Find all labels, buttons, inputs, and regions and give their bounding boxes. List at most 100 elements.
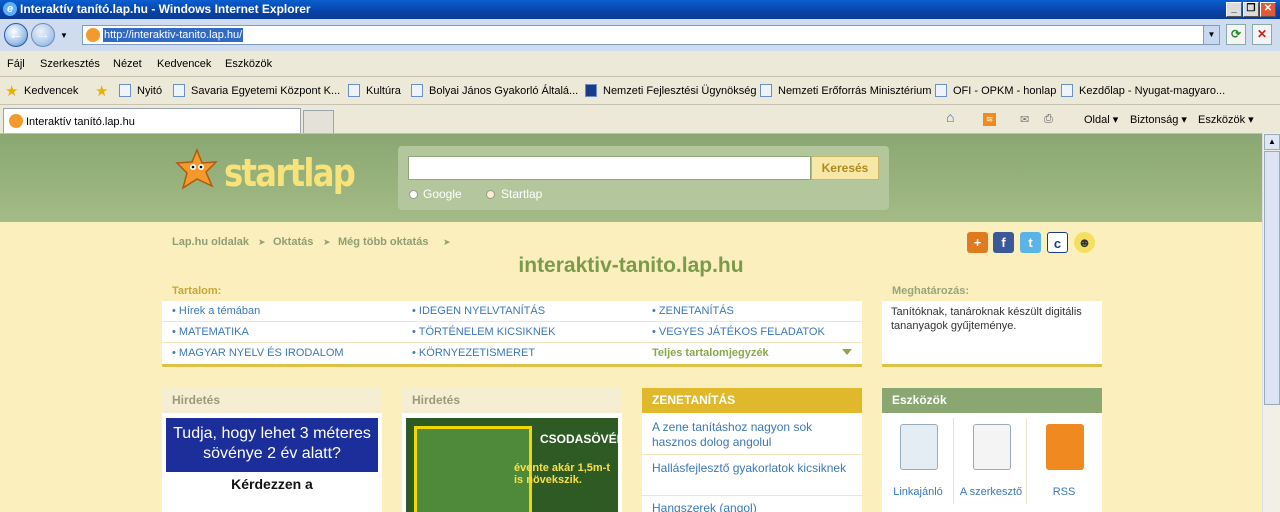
maximize-button[interactable]: ❐: [1243, 2, 1259, 17]
address-bar[interactable]: http://interaktiv-tanito.lap.hu/ ▼: [82, 25, 1220, 45]
content-link[interactable]: • KÖRNYEZETISMERET: [412, 347, 535, 359]
facebook-icon[interactable]: f: [993, 232, 1014, 253]
content-link[interactable]: • MATEMATIKA: [172, 326, 249, 338]
favorites-button[interactable]: Kedvencek: [24, 85, 78, 97]
content-link-label: VEGYES JÁTÉKOS FELADATOK: [658, 326, 825, 338]
address-url[interactable]: http://interaktiv-tanito.lap.hu/: [103, 28, 244, 42]
content-link[interactable]: • Hírek a témában: [172, 305, 260, 317]
content-heading: Tartalom:: [172, 285, 222, 297]
content-link-label: TÖRTÉNELEM KICSIKNEK: [418, 326, 556, 338]
fav-link-nyme[interactable]: Kezdőlap - Nyugat-magyaro...: [1079, 85, 1225, 97]
scroll-thumb[interactable]: [1264, 151, 1280, 405]
tool-label: RSS: [1052, 486, 1076, 498]
tools-heading: Eszközök: [882, 388, 1102, 413]
ad-banner-text: Kérdezzen a: [231, 476, 313, 492]
twitter-icon[interactable]: t: [1020, 232, 1041, 253]
fav-link-ofi[interactable]: OFI - OPKM - honlap: [953, 85, 1056, 97]
vertical-scrollbar[interactable]: ▲: [1262, 133, 1280, 512]
ad-card: Hirdetés CSODASÖVÉNY évente akár 1,5m-t …: [402, 388, 622, 512]
divider: [642, 454, 862, 455]
close-button[interactable]: ✕: [1260, 2, 1276, 17]
ofi-icon: [935, 84, 947, 97]
content-link-label: Hírek a témában: [178, 305, 261, 317]
content-link-label: IDEGEN NYELVTANÍTÁS: [418, 305, 546, 317]
content-row: • MAGYAR NYELV ÉS IRODALOM • KÖRNYEZETIS…: [162, 343, 862, 364]
back-button[interactable]: ←: [4, 23, 28, 47]
zene-link[interactable]: A zene tanításhoz nagyon sok hasznos dol…: [652, 420, 857, 450]
startlap-share-icon[interactable]: +: [967, 232, 988, 253]
content-link[interactable]: • ZENETANÍTÁS: [652, 305, 734, 317]
fav-link-bolyai[interactable]: Bolyai János Gyakorló Általá...: [429, 85, 578, 97]
smiley-icon[interactable]: ☻: [1074, 232, 1095, 253]
zene-link[interactable]: Hangszerek (angol): [652, 501, 857, 512]
address-dropdown-icon[interactable]: ▼: [1203, 26, 1219, 44]
ad-banner[interactable]: CSODASÖVÉNY évente akár 1,5m-t is növeks…: [406, 418, 622, 512]
new-tab-button[interactable]: [303, 110, 334, 133]
add-favorite-icon[interactable]: ★: [95, 82, 108, 100]
fav-link-nyito[interactable]: Nyitó: [137, 85, 162, 97]
ad-card: Hirdetés Tudja, hogy lehet 3 méteres söv…: [162, 388, 382, 512]
window-titlebar: e Interaktív tanító.lap.hu - Windows Int…: [0, 0, 1280, 19]
startlap-logo-text[interactable]: startlap: [224, 151, 356, 195]
expand-arrow-icon[interactable]: [842, 349, 852, 355]
refresh-button[interactable]: ⟳: [1226, 24, 1246, 45]
menu-view[interactable]: Nézet: [113, 58, 142, 70]
scroll-up-icon[interactable]: ▲: [1264, 134, 1280, 150]
page-menu[interactable]: Oldal ▾: [1084, 113, 1118, 126]
content-link[interactable]: • IDEGEN NYELVTANÍTÁS: [412, 305, 545, 317]
print-icon[interactable]: ⎙: [1044, 113, 1053, 126]
tools-menu[interactable]: Eszközök ▾: [1198, 113, 1254, 126]
page-icon: [760, 84, 772, 97]
ad-banner[interactable]: Tudja, hogy lehet 3 méteres sövénye 2 év…: [166, 418, 378, 512]
menu-edit[interactable]: Szerkesztés: [40, 58, 100, 70]
content-link[interactable]: • MAGYAR NYELV ÉS IRODALOM: [172, 347, 344, 359]
radio-google[interactable]: [409, 190, 418, 199]
history-dropdown-icon[interactable]: ▼: [60, 31, 68, 40]
home-icon[interactable]: ⌂: [946, 109, 954, 125]
tool-szerkeszto[interactable]: A szerkesztő: [955, 418, 1027, 504]
content-row: • MATEMATIKA • TÖRTÉNELEM KICSIKNEK • VE…: [162, 322, 862, 343]
security-menu-label: Biztonság: [1130, 114, 1179, 126]
search-button[interactable]: Keresés: [811, 156, 879, 180]
security-menu[interactable]: Biztonság ▾: [1130, 113, 1187, 126]
site-header: startlap Keresés Google Startlap: [0, 134, 1262, 222]
mail-icon[interactable]: ✉: [1020, 113, 1029, 126]
fav-link-nem[interactable]: Nemzeti Erőforrás Minisztérium: [778, 85, 931, 97]
tool-rss[interactable]: RSS: [1028, 418, 1100, 504]
full-index-link[interactable]: Teljes tartalomjegyzék: [652, 347, 769, 359]
radio-startlap[interactable]: [486, 190, 495, 199]
rss-feed-icon[interactable]: ≋: [983, 113, 996, 126]
navigation-bar: ← → ▼ http://interaktiv-tanito.lap.hu/ ▼…: [0, 19, 1280, 51]
definition-heading: Meghatározás:: [892, 285, 970, 297]
fav-link-kultura[interactable]: Kultúra: [366, 85, 401, 97]
breadcrumb-lap[interactable]: Lap.hu oldalak: [172, 236, 249, 248]
forward-button[interactable]: →: [31, 23, 55, 47]
breadcrumb-more[interactable]: Még több oktatás: [338, 236, 428, 248]
page-icon: [119, 84, 131, 97]
content-link[interactable]: • VEGYES JÁTÉKOS FELADATOK: [652, 326, 825, 338]
ad-banner-title: CSODASÖVÉNY: [540, 432, 622, 446]
startlap-star-logo-icon[interactable]: [175, 148, 219, 192]
menu-favorites[interactable]: Kedvencek: [157, 58, 211, 70]
page-icon: [411, 84, 423, 97]
iwiw-icon[interactable]: c: [1047, 232, 1068, 253]
search-input[interactable]: [408, 156, 811, 180]
editor-icon: [973, 424, 1011, 470]
zenetanitas-heading: ZENETANÍTÁS: [642, 388, 862, 413]
search-panel: Keresés Google Startlap: [398, 146, 889, 210]
minimize-button[interactable]: _: [1226, 2, 1242, 17]
tool-linkajanlo[interactable]: Linkajánló: [882, 418, 954, 504]
breadcrumb-arrow-icon: ➤: [323, 237, 331, 247]
content-link[interactable]: • TÖRTÉNELEM KICSIKNEK: [412, 326, 555, 338]
stop-button[interactable]: ✕: [1252, 24, 1272, 45]
content-row: • Hírek a témában • IDEGEN NYELVTANÍTÁS …: [162, 301, 862, 322]
fav-link-savaria[interactable]: Savaria Egyetemi Központ K...: [191, 85, 340, 97]
zene-link[interactable]: Hallásfejlesztő gyakorlatok kicsiknek: [652, 461, 857, 476]
menu-bar: Fájl Szerkesztés Nézet Kedvencek Eszközö…: [0, 51, 1280, 77]
menu-file[interactable]: Fájl: [7, 58, 25, 70]
breadcrumb-oktatas[interactable]: Oktatás: [273, 236, 313, 248]
fav-link-nfu[interactable]: Nemzeti Fejlesztési Ügynökség: [603, 85, 756, 97]
zenetanitas-box: ZENETANÍTÁS A zene tanításhoz nagyon sok…: [642, 388, 862, 512]
tab-interaktiv[interactable]: Interaktív tanító.lap.hu: [3, 108, 301, 133]
menu-tools[interactable]: Eszközök: [225, 58, 272, 70]
